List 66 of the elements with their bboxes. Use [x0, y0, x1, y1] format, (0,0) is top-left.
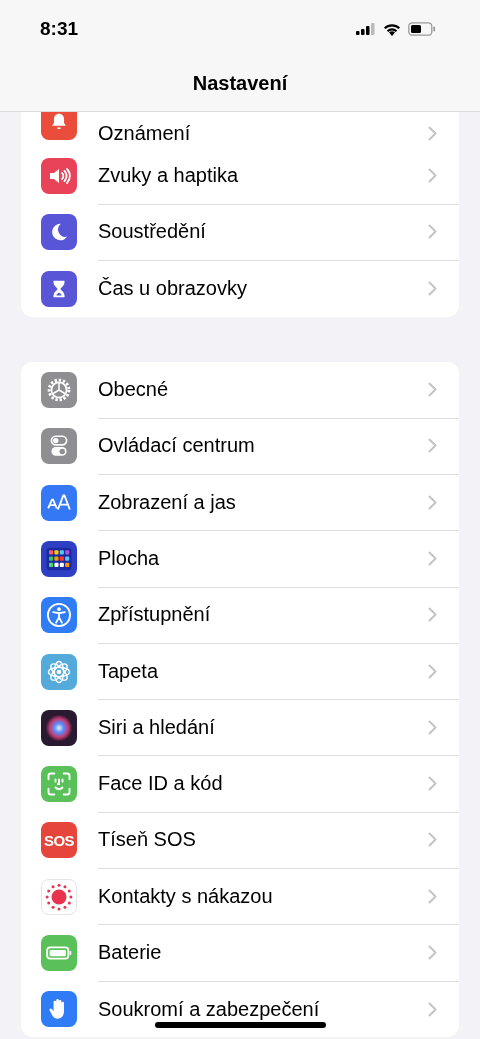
settings-row[interactable]: Zvuky a haptika: [21, 148, 459, 205]
row-label: Face ID a kód: [98, 772, 223, 796]
moon-icon: [41, 214, 77, 251]
chevron-icon: [428, 382, 437, 398]
row-label: Obecné: [98, 378, 169, 402]
chevron-icon: [428, 1001, 437, 1017]
row-label: Oznámení: [98, 121, 191, 145]
settings-row[interactable]: Oznámení: [21, 112, 459, 148]
chevron-icon: [428, 945, 437, 960]
status-time: 8:31: [40, 18, 79, 40]
app-grid-icon: [41, 540, 77, 577]
row-label: Tapeta: [98, 659, 159, 683]
chevron-icon: [428, 125, 437, 141]
row-label: Zobrazení a jas: [98, 490, 236, 514]
gear-icon: [41, 372, 77, 409]
chevron-icon: [428, 776, 437, 792]
chevron-icon: [428, 663, 437, 679]
chevron-icon: [428, 888, 437, 904]
chevron-icon: [428, 224, 437, 240]
settings-row[interactable]: Kontakty s nákazou: [21, 868, 459, 925]
settings-row[interactable]: Plocha: [21, 530, 459, 588]
settings-row[interactable]: SOS Tíseň SOS: [21, 812, 459, 869]
signal-icon: [356, 23, 376, 35]
row-label: Plocha: [98, 546, 160, 570]
row-label: Baterie: [98, 941, 162, 964]
face-icon: [41, 766, 77, 803]
wifi-icon: [383, 22, 401, 36]
row-label: Soukromí a zabezpečení: [98, 997, 320, 1021]
row-label: Tíseň SOS: [98, 828, 196, 852]
chevron-icon: [428, 719, 437, 735]
settings-row[interactable]: Čas u obrazovky: [21, 260, 459, 317]
row-label: Soustředění: [98, 220, 206, 244]
settings-row[interactable]: Obecné: [21, 361, 459, 419]
page-title: Nastavení: [191, 71, 289, 95]
chevron-icon: [428, 438, 437, 454]
row-label: Zvuky a haptika: [98, 164, 239, 188]
chevron-icon: [428, 494, 437, 510]
row-label: Siri a hledání: [98, 715, 215, 739]
chevron-icon: [428, 607, 437, 623]
settings-row[interactable]: Soustředění: [21, 204, 459, 261]
accessibility-icon: [41, 597, 77, 634]
row-label: Zpřístupnění: [98, 603, 211, 627]
text-size-icon: [41, 484, 77, 521]
settings-row[interactable]: Baterie: [21, 924, 459, 982]
chevron-icon: [428, 168, 437, 184]
speaker-icon: [41, 158, 77, 195]
settings-row[interactable]: Ovládací centrum: [21, 418, 459, 475]
row-label: Kontakty s nákazou: [98, 884, 273, 908]
hourglass-icon: [41, 270, 77, 307]
settings-row[interactable]: Zpřístupnění: [21, 587, 459, 644]
orb-icon: [41, 709, 77, 746]
row-label: Ovládací centrum: [98, 434, 255, 458]
chevron-icon: [428, 832, 437, 848]
battery-icon: [41, 935, 77, 971]
settings-row[interactable]: Tapeta: [21, 643, 459, 700]
settings-row[interactable]: Siri a hledání: [21, 699, 459, 756]
chevron-icon: [428, 550, 437, 566]
settings-row[interactable]: Face ID a kód: [21, 755, 459, 813]
battery-status-icon: [408, 22, 436, 36]
row-label: Čas u obrazovky: [98, 277, 247, 301]
toggles-icon: [41, 428, 77, 465]
chevron-icon: [428, 281, 437, 297]
settings-row[interactable]: Zobrazení a jas: [21, 474, 459, 531]
sos-icon: SOS: [41, 822, 77, 859]
hand-icon: [41, 991, 77, 1028]
flower-icon: [41, 653, 77, 690]
